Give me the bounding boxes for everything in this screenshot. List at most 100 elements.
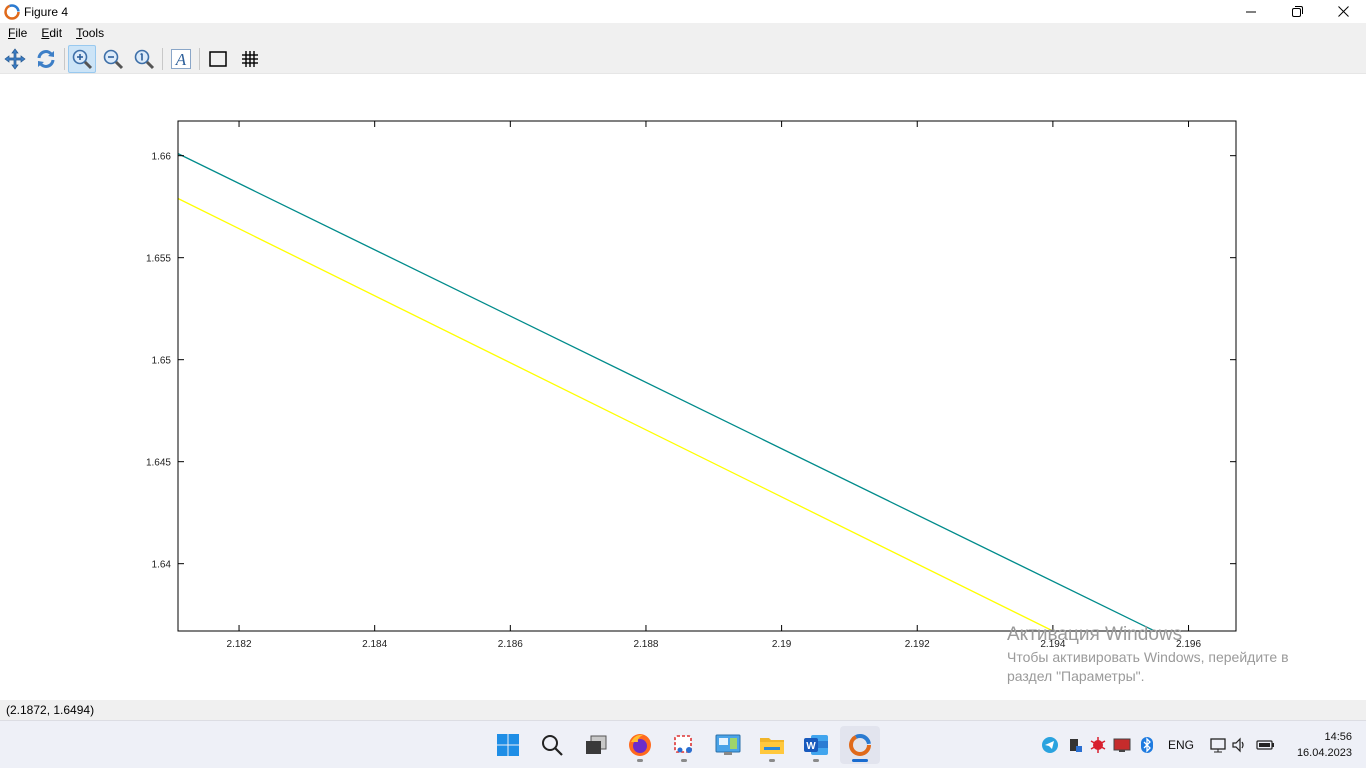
menu-bar: File Edit Tools <box>0 23 1366 43</box>
axes-box-button[interactable] <box>204 45 232 73</box>
taskbar-snipping-tool[interactable] <box>664 726 704 764</box>
control-panel-icon <box>715 734 741 755</box>
y-tick-label: 1.645 <box>146 458 171 469</box>
display-icon <box>1113 738 1131 752</box>
line-plot[interactable]: 2.182 2.184 2.186 2.188 2.19 2.192 2.194 2.196 1… <box>0 74 1366 700</box>
tray-app-red[interactable] <box>1088 735 1108 755</box>
y-tick-label: 1.655 <box>146 254 171 265</box>
toolbar-separator <box>199 48 200 70</box>
menu-file[interactable]: File <box>2 26 33 40</box>
task-view-button[interactable] <box>576 726 616 764</box>
restore-icon <box>1291 6 1303 17</box>
close-button[interactable] <box>1320 0 1366 23</box>
tray-battery[interactable] <box>1256 735 1276 755</box>
active-indicator <box>852 759 868 762</box>
clock-time: 14:56 <box>1324 731 1352 743</box>
tray-bluetooth[interactable] <box>1137 735 1157 755</box>
grid-toggle-button[interactable] <box>236 45 264 73</box>
task-view-icon <box>586 735 607 754</box>
status-bar: (2.1872, 1.6494) <box>0 700 1366 720</box>
volume-icon <box>1232 737 1244 753</box>
menu-edit[interactable]: Edit <box>35 26 68 40</box>
taskbar-word[interactable]: W <box>796 726 836 764</box>
word-icon: W <box>804 735 828 755</box>
zoom-in-icon <box>72 49 93 70</box>
telegram-icon <box>1042 737 1058 753</box>
taskbar-clock[interactable]: 14:56 16.04.2023 <box>1286 729 1352 761</box>
search-icon <box>542 735 563 756</box>
series-line-1 <box>178 153 1155 631</box>
figure-canvas[interactable]: 2.182 2.184 2.186 2.188 2.19 2.192 2.194 2.196 1… <box>0 74 1366 700</box>
octave-icon <box>849 734 871 756</box>
y-tick-label: 1.64 <box>152 560 172 571</box>
windows-start-icon <box>497 734 519 756</box>
menu-tools[interactable]: Tools <box>70 26 110 40</box>
taskbar-octave[interactable] <box>840 726 880 764</box>
tray-telegram[interactable] <box>1040 735 1060 755</box>
text-insert-icon: A <box>171 49 191 69</box>
firefox-icon <box>629 734 651 756</box>
battery-icon <box>1256 740 1274 750</box>
menu-edit-label: dit <box>49 26 63 40</box>
x-tick-label: 2.192 <box>905 639 930 650</box>
tray-network[interactable] <box>1208 735 1228 755</box>
insert-text-button[interactable]: A <box>167 45 195 73</box>
octave-app-icon <box>4 3 20 20</box>
menu-file-label: ile <box>15 26 28 40</box>
usb-device-icon <box>1070 739 1082 752</box>
y-tick-label: 1.66 <box>152 152 172 163</box>
taskbar-search-button[interactable] <box>532 726 572 764</box>
tray-device[interactable] <box>1065 735 1085 755</box>
window-title: Figure 4 <box>24 4 69 19</box>
minimize-icon <box>1246 11 1256 12</box>
close-icon <box>1337 6 1349 17</box>
zoom-out-icon <box>103 49 124 70</box>
taskbar: W ENG 14:56 16.04.2023 <box>0 720 1366 768</box>
x-tick-label: 2.196 <box>1176 639 1201 650</box>
taskbar-file-explorer[interactable] <box>752 726 792 764</box>
taskbar-firefox[interactable] <box>620 726 660 764</box>
pan-button[interactable] <box>1 45 29 73</box>
network-icon <box>1210 738 1226 753</box>
zoom-out-button[interactable] <box>99 45 127 73</box>
taskbar-control-panel[interactable] <box>708 726 748 764</box>
language-indicator[interactable]: ENG <box>1168 738 1194 752</box>
zoom-reset-button[interactable] <box>130 45 158 73</box>
tray-monitor[interactable] <box>1112 735 1132 755</box>
window-controls <box>1228 0 1366 23</box>
pan-icon <box>4 48 26 70</box>
snipping-tool-icon <box>674 735 692 753</box>
x-tick-label: 2.19 <box>772 639 792 650</box>
figure-toolbar: A <box>0 43 1366 74</box>
toolbar-separator <box>162 48 163 70</box>
series-line-2 <box>178 197 1054 631</box>
x-tick-label: 2.184 <box>362 639 387 650</box>
x-tick-label: 2.194 <box>1040 639 1065 650</box>
zoom-in-button[interactable] <box>68 45 96 73</box>
restore-button[interactable] <box>1274 0 1320 23</box>
zoom-reset-icon <box>134 49 155 70</box>
axes-box-icon <box>209 51 227 67</box>
cursor-coordinates: (2.1872, 1.6494) <box>6 703 95 717</box>
start-button[interactable] <box>488 726 528 764</box>
svg-text:W: W <box>806 741 816 752</box>
toolbar-separator <box>64 48 65 70</box>
x-tick-label: 2.186 <box>498 639 523 650</box>
title-bar: Figure 4 <box>0 0 1366 23</box>
running-indicator <box>681 759 687 762</box>
clock-date: 16.04.2023 <box>1296 747 1352 759</box>
bluetooth-icon <box>1141 737 1153 753</box>
rotate-button[interactable] <box>32 45 60 73</box>
minimize-button[interactable] <box>1228 0 1274 23</box>
grid-icon <box>242 51 258 67</box>
axes-box <box>177 120 1237 632</box>
y-tick-label: 1.65 <box>152 356 172 367</box>
svg-text:A: A <box>175 50 187 69</box>
x-tick-label: 2.188 <box>633 639 658 650</box>
rotate-icon <box>37 50 55 68</box>
bug-icon <box>1090 737 1106 753</box>
x-tick-label: 2.182 <box>227 639 252 650</box>
running-indicator <box>637 759 643 762</box>
tray-volume[interactable] <box>1230 735 1250 755</box>
menu-tools-label: ools <box>82 26 105 40</box>
